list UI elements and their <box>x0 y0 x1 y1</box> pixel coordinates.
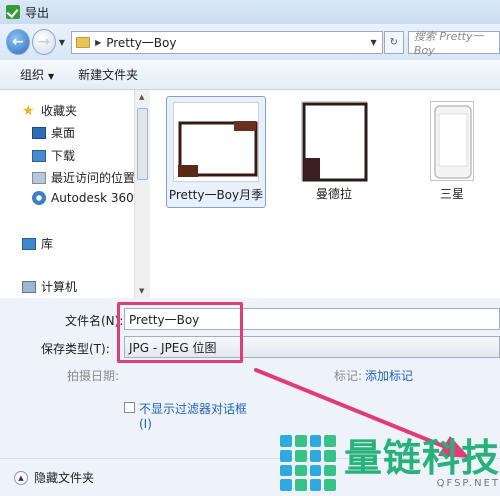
file-name: 曼德拉 <box>315 187 352 201</box>
tags-label: 标记: <box>334 369 363 383</box>
command-bar: 组织 ▼ 新建文件夹 <box>0 60 500 90</box>
scroll-up-icon[interactable]: ▲ <box>139 93 144 101</box>
navigation-pane: ★ 收藏夹 桌面 下载 最近访问的位置 Autodesk 360 库 计算机 <box>0 90 134 298</box>
window-title: 导出 <box>25 5 50 20</box>
nav-item-label: Autodesk 360 <box>51 191 134 205</box>
desktop-icon <box>32 126 46 139</box>
filter-dialog-checkbox[interactable] <box>124 402 135 413</box>
thumbnail-image-icon <box>178 121 258 177</box>
nav-computer-label: 计算机 <box>41 280 78 294</box>
nav-item-recent[interactable]: 最近访问的位置 <box>32 169 134 186</box>
filter-dialog-option[interactable]: 不显示过滤器对话框 (I) <box>124 400 247 431</box>
history-dropdown-icon[interactable]: ▼ <box>59 38 65 47</box>
file-thumbnail <box>173 102 259 182</box>
nav-library-label: 库 <box>41 237 54 251</box>
folder-icon <box>76 36 91 48</box>
thumbnail-image-icon <box>302 102 368 182</box>
address-bar: ← → ▼ ▶ Pretty一Boy ▼ ↻ 搜索 Pretty一Boy <box>0 24 500 60</box>
scroll-down-icon[interactable]: ▼ <box>139 287 144 295</box>
search-input[interactable]: 搜索 Pretty一Boy <box>407 30 500 57</box>
nav-item-autodesk[interactable]: Autodesk 360 <box>32 191 134 205</box>
address-box[interactable]: ▶ Pretty一Boy ▼ <box>71 30 383 54</box>
forward-button[interactable]: → <box>31 29 56 55</box>
highlight-box <box>117 302 243 363</box>
recent-places-icon <box>32 171 46 184</box>
nav-item-downloads[interactable]: 下载 <box>32 147 75 164</box>
organize-button[interactable]: 组织 ▼ <box>20 66 54 83</box>
library-icon <box>22 237 36 250</box>
computer-icon <box>22 280 36 293</box>
nav-item-label: 桌面 <box>51 126 76 140</box>
downloads-icon <box>32 149 46 162</box>
address-dropdown-icon[interactable]: ▼ <box>365 38 381 47</box>
nav-item-label: 最近访问的位置 <box>51 171 134 185</box>
watermark-brand: 量链科技 <box>344 435 500 480</box>
file-name: 三星 <box>439 187 464 201</box>
file-item[interactable]: 曼德拉 <box>284 96 384 208</box>
watermark-text: 量链科技 QFSP.NET <box>344 438 500 489</box>
scroll-thumb[interactable] <box>137 108 148 180</box>
brand-logo-icon <box>280 435 336 491</box>
filter-dialog-hotkey: (I) <box>139 417 152 431</box>
file-item[interactable]: Pretty一Boy月季 <box>166 96 266 208</box>
filter-dialog-label: 不显示过滤器对话框 <box>139 402 248 416</box>
nav-item-label: 下载 <box>51 149 76 163</box>
thumbnail-image-icon <box>434 105 472 179</box>
nav-computer[interactable]: 计算机 <box>22 278 77 295</box>
refresh-button[interactable]: ↻ <box>383 30 404 54</box>
filetype-label: 保存类型(T): <box>41 342 110 356</box>
file-thumbnail <box>430 101 474 181</box>
hide-folders-button[interactable]: 隐藏文件夹 <box>34 469 94 486</box>
file-list: Pretty一Boy月季 曼德拉 三星 <box>150 90 500 298</box>
nav-scrollbar[interactable]: ▲ ▼ <box>134 90 150 298</box>
new-folder-button[interactable]: 新建文件夹 <box>78 66 138 83</box>
nav-item-desktop[interactable]: 桌面 <box>32 124 75 141</box>
add-tag-link[interactable]: 添加标记 <box>365 367 413 384</box>
app-icon <box>6 5 20 19</box>
nav-favorites[interactable]: ★ 收藏夹 <box>22 102 77 119</box>
file-thumbnail <box>301 101 368 182</box>
file-item[interactable]: 三星 <box>402 96 500 208</box>
autodesk-icon <box>32 191 46 205</box>
nav-library[interactable]: 库 <box>22 235 53 252</box>
breadcrumb-path[interactable]: Pretty一Boy <box>106 34 176 51</box>
back-button[interactable]: ← <box>6 29 30 55</box>
star-icon: ★ <box>22 102 35 119</box>
watermark: 量链科技 QFSP.NET <box>276 430 500 496</box>
filter-dialog-label-wrap: 不显示过滤器对话框 (I) <box>139 400 247 431</box>
collapse-up-icon[interactable]: ▲ <box>14 470 28 485</box>
organize-label: 组织 <box>20 68 45 82</box>
title-bar: 导出 <box>0 0 500 24</box>
organize-dropdown-icon: ▼ <box>48 72 55 81</box>
breadcrumb-chevron-icon[interactable]: ▶ <box>95 38 101 47</box>
date-label: 拍摄日期: <box>67 369 120 383</box>
nav-favorites-label: 收藏夹 <box>41 104 78 118</box>
filename-label: 文件名(N): <box>65 314 124 328</box>
file-name: Pretty一Boy月季 <box>168 188 264 202</box>
